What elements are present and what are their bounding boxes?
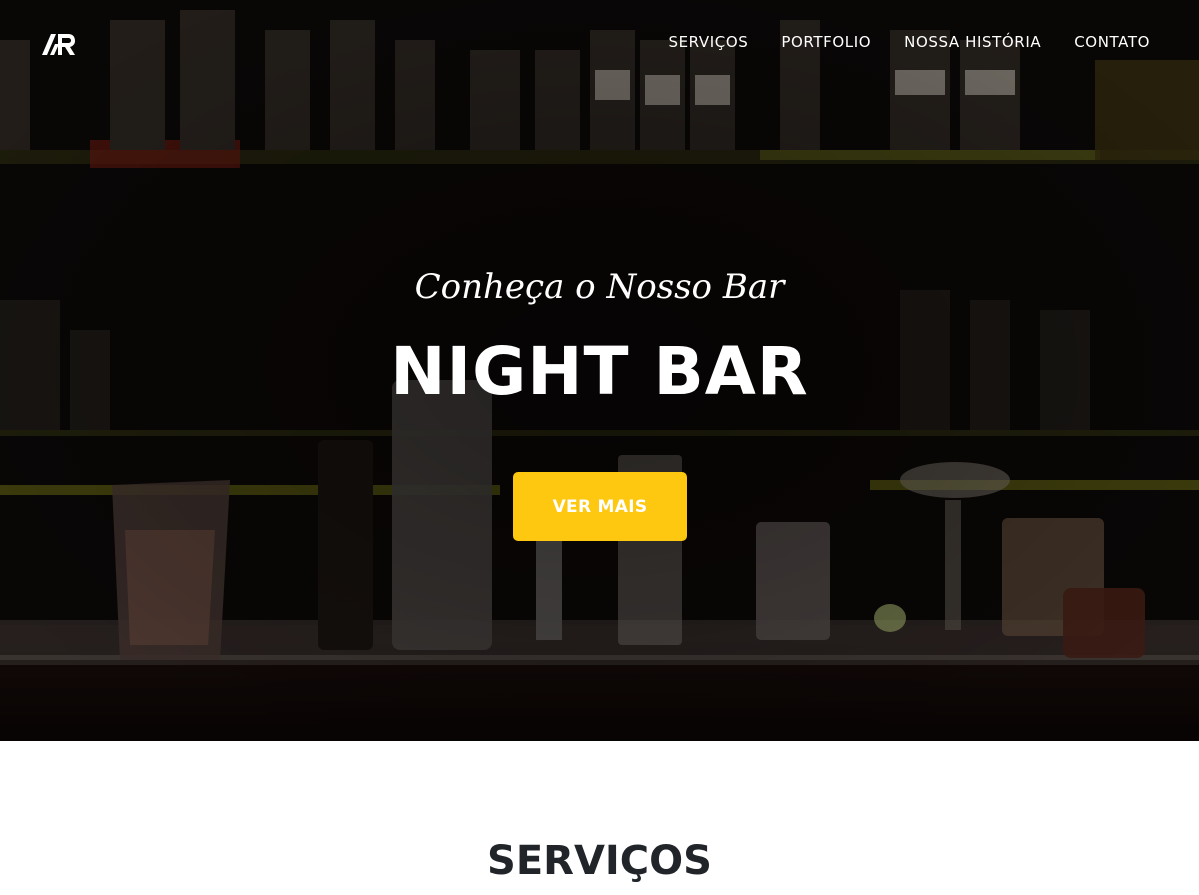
nav-link-servicos[interactable]: SERVIÇOS: [668, 33, 748, 52]
nav-link-contato[interactable]: CONTATO: [1074, 33, 1150, 52]
services-section: SERVIÇOS: [0, 741, 1199, 895]
services-heading: SERVIÇOS: [487, 838, 712, 884]
nav-links: SERVIÇOS PORTFOLIO NOSSA HISTÓRIA CONTAT…: [668, 33, 1150, 52]
masthead-subheading: Conheça o Nosso Bar: [414, 267, 785, 307]
nav-link-nossa-historia[interactable]: NOSSA HISTÓRIA: [904, 33, 1041, 52]
ver-mais-button[interactable]: VER MAIS: [513, 472, 687, 541]
masthead: SERVIÇOS PORTFOLIO NOSSA HISTÓRIA CONTAT…: [0, 0, 1199, 741]
ar-monogram-logo-icon[interactable]: [42, 33, 76, 55]
masthead-heading: NIGHT BAR: [390, 333, 809, 410]
nav-link-portfolio[interactable]: PORTFOLIO: [781, 33, 871, 52]
main-nav: SERVIÇOS PORTFOLIO NOSSA HISTÓRIA CONTAT…: [0, 0, 1199, 86]
